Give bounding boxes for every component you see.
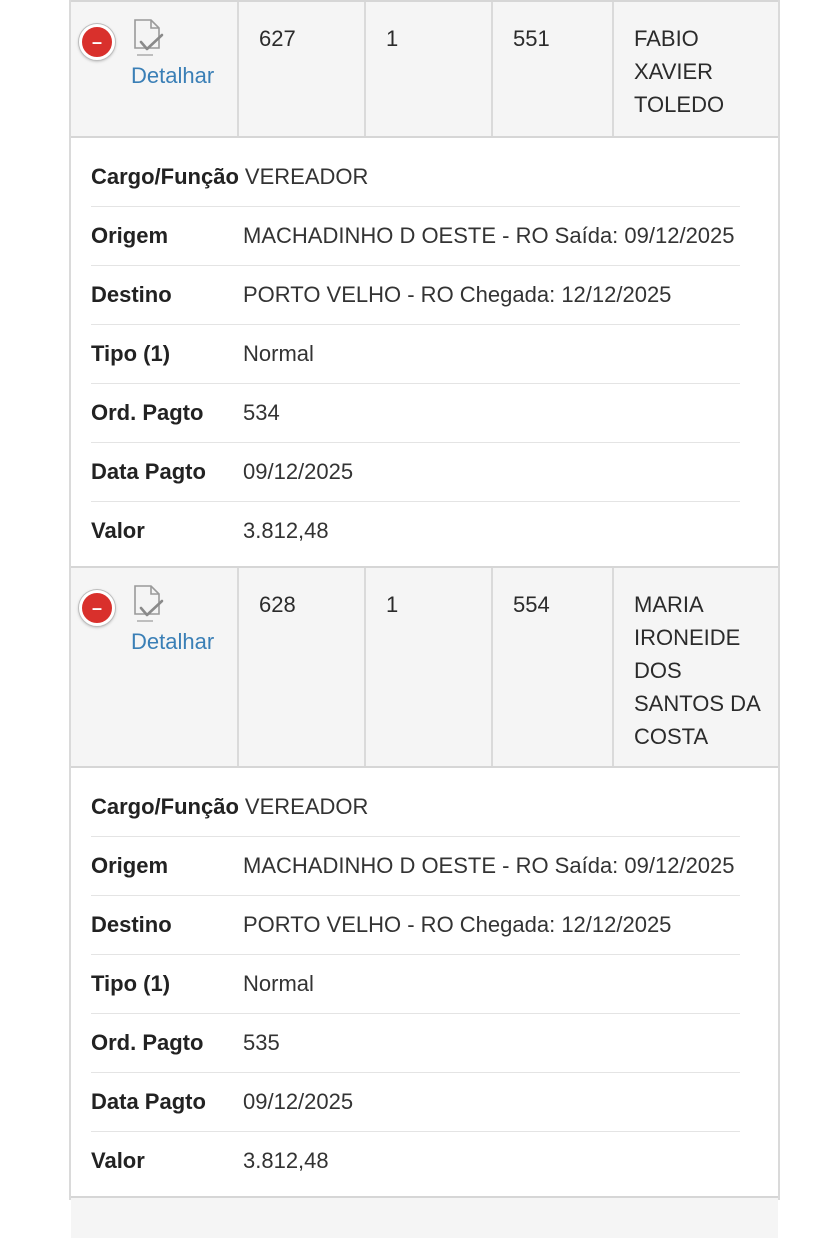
minus-icon: – (91, 32, 102, 52)
name-line: FABIO (634, 26, 699, 51)
detail-value: Normal (243, 341, 314, 366)
cell-code: 554 (493, 568, 614, 766)
minus-icon: – (91, 598, 102, 618)
document-check-icon[interactable] (131, 18, 165, 58)
detail-origem: Origem MACHADINHO D OESTE - RO Saída: 09… (91, 837, 740, 896)
detail-valor: Valor 3.812,48 (91, 1132, 740, 1190)
detail-destino: Destino PORTO VELHO - RO Chegada: 12/12/… (91, 896, 740, 955)
detail-ord-pagto: Ord. Pagto 534 (91, 384, 740, 443)
detail-value: 534 (243, 400, 280, 425)
detail-ord-pagto: Ord. Pagto 535 (91, 1014, 740, 1073)
cell-number: 627 (239, 2, 366, 136)
detail-link[interactable]: Detalhar (131, 62, 237, 90)
detail-label: Tipo (1) (91, 341, 171, 366)
cell-qty: 1 (366, 568, 493, 766)
actions-icons: – (79, 18, 237, 62)
detail-label: Destino (91, 282, 172, 307)
actions-cell: – Detalhar (71, 2, 239, 136)
detail-value: PORTO VELHO - RO Chegada: 12/12/2025 (243, 282, 672, 307)
detail-value: 3.812,48 (243, 518, 329, 543)
cell-code: 551 (493, 2, 614, 136)
detail-valor: Valor 3.812,48 (91, 502, 740, 560)
detail-cargo: Cargo/Função VEREADOR (91, 778, 740, 837)
detail-value: 09/12/2025 (243, 1089, 354, 1114)
document-check-icon[interactable] (131, 584, 165, 624)
detail-value: PORTO VELHO - RO Chegada: 12/12/2025 (243, 912, 672, 937)
detail-label: Valor (91, 518, 145, 543)
remove-button[interactable]: – (79, 590, 115, 626)
record-details: Cargo/Função VEREADOR Origem MACHADINHO … (71, 138, 778, 566)
record-details: Cargo/Função VEREADOR Origem MACHADINHO … (71, 768, 778, 1196)
detail-label: Ord. Pagto (91, 400, 204, 425)
detail-value: MACHADINHO D OESTE - RO Saída: 09/12/202… (243, 853, 735, 878)
detail-destino: Destino PORTO VELHO - RO Chegada: 12/12/… (91, 266, 740, 325)
detail-value: 3.812,48 (243, 1148, 329, 1173)
cell-name: MARIA IRONEIDE DOS SANTOS DA COSTA (614, 568, 778, 766)
remove-button[interactable]: – (79, 24, 115, 60)
actions-icons: – (79, 584, 237, 628)
name-line: IRONEIDE (634, 625, 741, 650)
detail-label: Cargo/Função (91, 164, 239, 189)
table-row: – Detalhar 628 1 554 MARIA IRONEIDE DOS … (71, 566, 778, 768)
table-row: – Detalhar 627 1 551 FABIO XAVIER TOLEDO (71, 0, 778, 138)
detail-link[interactable]: Detalhar (131, 628, 237, 656)
name-line: SANTOS DA (634, 691, 761, 716)
detail-data-pagto: Data Pagto 09/12/2025 (91, 1073, 740, 1132)
name-line: MARIA (634, 592, 704, 617)
detail-label: Origem (91, 853, 169, 878)
detail-value: MACHADINHO D OESTE - RO Saída: 09/12/202… (243, 223, 735, 248)
detail-value: 535 (243, 1030, 280, 1055)
name-line: DOS (634, 658, 682, 683)
detail-label: Valor (91, 1148, 145, 1173)
detail-origem: Origem MACHADINHO D OESTE - RO Saída: 09… (91, 207, 740, 266)
detail-value: 09/12/2025 (243, 459, 354, 484)
detail-label: Tipo (1) (91, 971, 171, 996)
cell-number: 628 (239, 568, 366, 766)
name-line: XAVIER (634, 59, 714, 84)
detail-label: Destino (91, 912, 172, 937)
next-table-row (71, 1196, 778, 1238)
detail-label: Data Pagto (91, 1089, 206, 1114)
detail-value: VEREADOR (244, 164, 369, 189)
detail-tipo: Tipo (1) Normal (91, 955, 740, 1014)
detail-data-pagto: Data Pagto 09/12/2025 (91, 443, 740, 502)
cell-name: FABIO XAVIER TOLEDO (614, 2, 778, 136)
actions-cell: – Detalhar (71, 568, 239, 766)
name-line: COSTA (634, 724, 709, 749)
results-table: – Detalhar 627 1 551 FABIO XAVIER TOLEDO… (69, 0, 780, 1238)
detail-value: VEREADOR (244, 794, 369, 819)
detail-label: Origem (91, 223, 169, 248)
cell-qty: 1 (366, 2, 493, 136)
detail-tipo: Tipo (1) Normal (91, 325, 740, 384)
name-line: TOLEDO (634, 92, 725, 117)
detail-value: Normal (243, 971, 314, 996)
detail-cargo: Cargo/Função VEREADOR (91, 148, 740, 207)
detail-label: Ord. Pagto (91, 1030, 204, 1055)
detail-label: Cargo/Função (91, 794, 239, 819)
detail-label: Data Pagto (91, 459, 206, 484)
